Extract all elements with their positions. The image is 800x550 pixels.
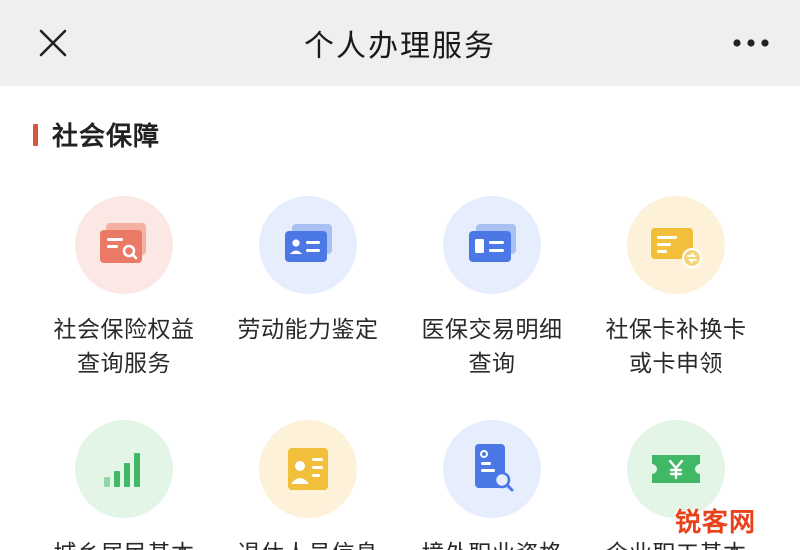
retiree-profile-icon (288, 448, 328, 490)
service-tile-labor-ability[interactable]: 劳动能力鉴定 (210, 196, 406, 347)
title-bar: 个人办理服务 (0, 0, 800, 86)
labor-ability-id-card-icon (285, 224, 332, 262)
close-icon (39, 29, 67, 57)
service-label: 退休人员信息 (238, 537, 379, 550)
service-icon-circle (259, 420, 357, 518)
service-tile-urban-rural-residents[interactable]: 城乡居民基本 (26, 420, 222, 550)
service-tile-social-security-card[interactable]: 社保卡补换卡 或卡申领 (578, 196, 774, 381)
document-search-icon (475, 444, 514, 492)
close-button[interactable] (28, 22, 78, 64)
section-header: 社会保障 (33, 116, 160, 153)
service-label: 医保交易明细 查询 (421, 317, 563, 377)
service-label: 劳动能力鉴定 (237, 317, 379, 343)
more-options-button[interactable] (726, 22, 776, 64)
service-label: 城乡居民基本 (54, 537, 195, 550)
service-label: 社保卡补换卡 或卡申领 (605, 317, 747, 377)
social-security-card-replace-icon (651, 228, 702, 268)
medical-insurance-card-icon (469, 224, 516, 262)
service-tile-retiree-info[interactable]: 退休人员信息 (210, 420, 406, 550)
service-icon-circle (443, 420, 541, 518)
section-title: 社会保障 (52, 122, 161, 152)
yen-ticket-icon (652, 455, 700, 483)
service-label: 境外职业资格 (422, 537, 563, 550)
service-tile-social-insurance-query[interactable]: 社会保险权益 查询服务 (26, 196, 222, 381)
service-tile-medical-insurance-details[interactable]: 医保交易明细 查询 (394, 196, 590, 381)
watermark-logo: 锐客网 (674, 508, 756, 538)
page-title: 个人办理服务 (304, 29, 496, 64)
social-insurance-query-icon (100, 223, 146, 263)
service-label: 社会保险权益 查询服务 (53, 317, 195, 377)
section-accent-bar (33, 123, 38, 146)
service-tile-overseas-qualification[interactable]: 境外职业资格 (394, 420, 590, 550)
more-dots-icon (733, 39, 769, 47)
service-icon-circle (75, 196, 173, 294)
service-icon-circle (75, 420, 173, 518)
bar-chart-icon (104, 453, 140, 487)
service-icon-circle (627, 196, 725, 294)
service-icon-circle (443, 196, 541, 294)
service-icon-circle (259, 196, 357, 294)
